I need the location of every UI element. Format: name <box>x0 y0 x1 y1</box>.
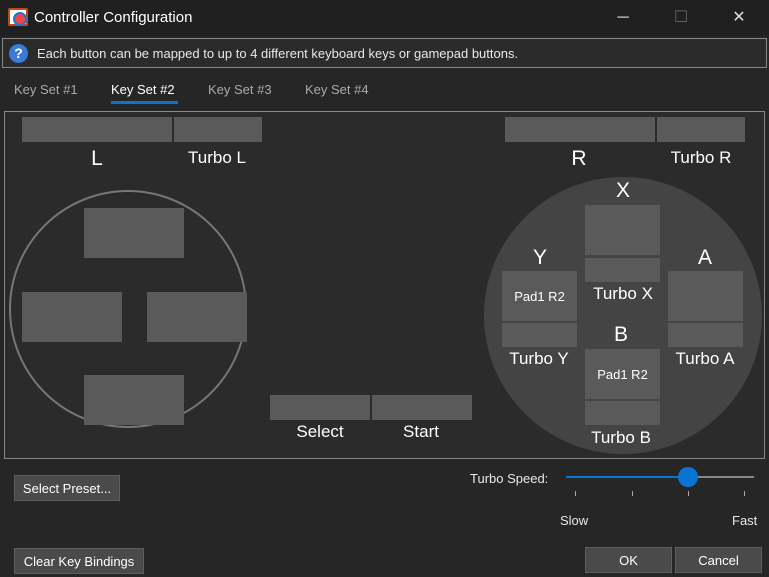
binding-turbo-x[interactable] <box>585 258 660 282</box>
label-a: A <box>697 246 713 269</box>
label-x: X <box>615 179 631 202</box>
label-turbo-y: Turbo Y <box>509 349 569 368</box>
label-turbo-x: Turbo X <box>593 284 653 303</box>
question-icon: ? <box>9 44 28 63</box>
turbo-speed-slider[interactable] <box>566 467 754 487</box>
app-icon <box>8 8 28 26</box>
slider-tick <box>632 491 633 496</box>
label-turbo-l: Turbo L <box>188 148 246 167</box>
maximize-button[interactable]: ☐ <box>666 6 696 30</box>
slow-label: Slow <box>560 513 589 528</box>
binding-up[interactable] <box>84 208 184 258</box>
binding-left[interactable] <box>22 292 122 342</box>
binding-x[interactable] <box>585 205 660 255</box>
info-bar: ? Each button can be mapped to up to 4 d… <box>2 38 767 68</box>
window-title: Controller Configuration <box>34 9 193 26</box>
fast-label: Fast <box>732 513 758 528</box>
label-turbo-a: Turbo A <box>675 349 735 368</box>
binding-right[interactable] <box>147 292 247 342</box>
label-turbo-b: Turbo B <box>591 428 651 447</box>
label-l: L <box>91 147 103 170</box>
active-tab-indicator <box>111 101 178 104</box>
binding-turbo-b[interactable] <box>585 401 660 425</box>
tab-key-set-1[interactable]: Key Set #1 <box>14 82 78 97</box>
slider-tick <box>575 491 576 496</box>
binding-start[interactable] <box>372 395 472 420</box>
binding-turbo-y[interactable] <box>502 323 577 347</box>
binding-turbo-l[interactable] <box>174 117 262 142</box>
slider-thumb[interactable] <box>677 467 698 487</box>
minimize-button[interactable]: ─ <box>608 6 638 30</box>
clear-key-bindings-button[interactable]: Clear Key Bindings <box>14 548 144 574</box>
binding-turbo-a[interactable] <box>668 323 743 347</box>
select-preset-button[interactable]: Select Preset... <box>14 475 120 501</box>
label-r: R <box>571 147 587 170</box>
tab-key-set-2[interactable]: Key Set #2 <box>111 82 175 97</box>
turbo-speed-label: Turbo Speed: <box>470 471 549 486</box>
label-select: Select <box>296 422 344 441</box>
ok-button[interactable]: OK <box>585 547 672 573</box>
binding-select[interactable] <box>270 395 370 420</box>
slider-tick <box>688 491 689 496</box>
binding-down[interactable] <box>84 375 184 425</box>
binding-l[interactable] <box>22 117 172 142</box>
cancel-button[interactable]: Cancel <box>675 547 762 573</box>
close-button[interactable]: ✕ <box>724 6 754 30</box>
binding-a[interactable] <box>668 271 743 321</box>
label-start: Start <box>403 422 439 441</box>
info-text: Each button can be mapped to up to 4 dif… <box>37 46 519 61</box>
label-y: Y <box>532 246 548 269</box>
slider-fill <box>566 476 688 478</box>
label-b: B <box>613 323 629 346</box>
binding-b[interactable]: Pad1 R2 <box>585 349 660 399</box>
binding-turbo-r[interactable] <box>657 117 745 142</box>
binding-y[interactable]: Pad1 R2 <box>502 271 577 321</box>
tab-key-set-4[interactable]: Key Set #4 <box>305 82 369 97</box>
binding-r[interactable] <box>505 117 655 142</box>
tab-key-set-3[interactable]: Key Set #3 <box>208 82 272 97</box>
label-turbo-r: Turbo R <box>670 148 732 167</box>
slider-tick <box>744 491 745 496</box>
